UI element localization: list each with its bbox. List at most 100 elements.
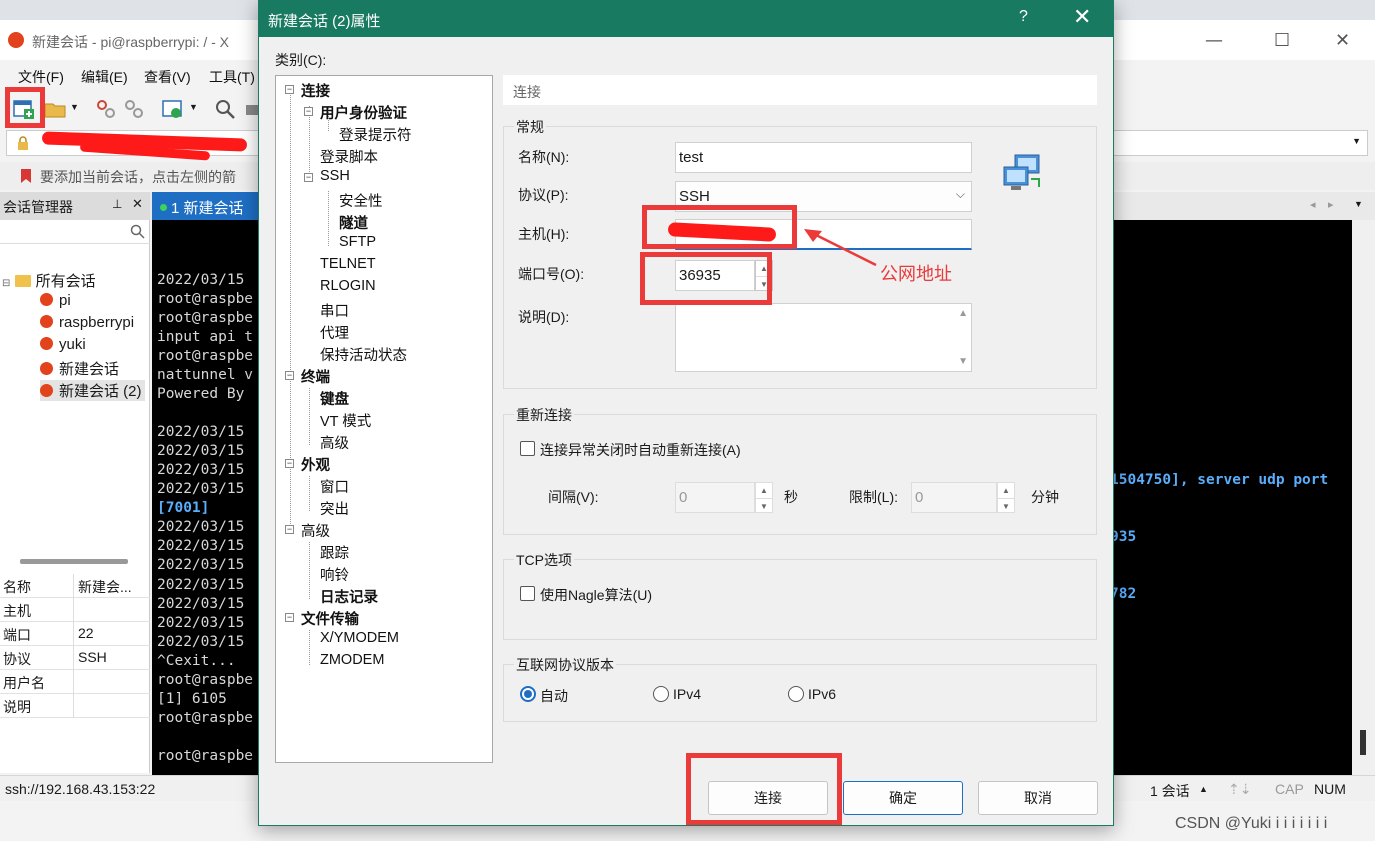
tree-session-pi[interactable]: pi bbox=[40, 292, 71, 309]
search-icon[interactable] bbox=[214, 98, 236, 120]
menu-tools[interactable]: 工具(T) bbox=[209, 67, 255, 87]
disconnect-icon[interactable] bbox=[95, 98, 117, 120]
tree-item-appearance[interactable]: 外观 bbox=[301, 454, 330, 475]
ok-button[interactable]: 确定 bbox=[843, 781, 963, 815]
highlight-box-connect bbox=[686, 753, 842, 825]
open-folder-icon[interactable] bbox=[44, 98, 66, 120]
port-label: 端口号(O): bbox=[518, 266, 585, 282]
reconnect-icon[interactable] bbox=[123, 98, 145, 120]
tcp-title: TCP选项 bbox=[514, 550, 574, 570]
pin-icon[interactable]: ⊥ bbox=[112, 197, 122, 211]
session-search[interactable] bbox=[0, 220, 150, 244]
tree-session-raspberrypi[interactable]: raspberrypi bbox=[40, 314, 134, 331]
collapse-icon[interactable]: − bbox=[285, 613, 294, 622]
minimize-icon[interactable]: — bbox=[1205, 30, 1223, 51]
interval-label: 间隔(V): bbox=[548, 489, 599, 505]
folder-icon bbox=[14, 275, 31, 287]
tree-item-window[interactable]: 窗口 bbox=[320, 476, 349, 497]
cancel-button[interactable]: 取消 bbox=[978, 781, 1098, 815]
menu-view[interactable]: 查看(V) bbox=[144, 67, 191, 87]
reconnect-group: 重新连接 连接异常关闭时自动重新连接(A) 间隔(V): 0 ▲ ▼ 秒 限制(L… bbox=[503, 405, 1097, 535]
annotation-public-address: 公网地址 bbox=[880, 264, 952, 284]
collapse-icon[interactable]: − bbox=[285, 85, 294, 94]
collapse-icon[interactable]: − bbox=[304, 107, 313, 116]
collapse-icon[interactable]: − bbox=[304, 173, 313, 182]
tab-list-icon[interactable]: ▼ bbox=[1354, 199, 1363, 209]
collapse-icon[interactable]: − bbox=[285, 459, 294, 468]
description-field[interactable]: ▲ ▼ bbox=[675, 303, 972, 372]
tree-item-ssh[interactable]: SSH bbox=[320, 168, 350, 184]
tree-item-login-script[interactable]: 登录脚本 bbox=[320, 146, 378, 167]
terminal-line: root@raspbe bbox=[157, 310, 254, 327]
tree-item-telnet[interactable]: TELNET bbox=[320, 256, 376, 272]
tab-session-1[interactable]: 1 新建会话 bbox=[152, 192, 262, 220]
tree-session-yuki[interactable]: yuki bbox=[40, 336, 86, 353]
chevron-down-icon: ⌵ bbox=[955, 187, 965, 201]
dropdown-arrow-icon[interactable]: ▼ bbox=[70, 102, 79, 112]
scrollbar-thumb[interactable] bbox=[1360, 730, 1366, 755]
tree-item-trace[interactable]: 跟踪 bbox=[320, 542, 349, 563]
limit-field[interactable]: 0 bbox=[911, 482, 997, 513]
tree-item-advanced[interactable]: 高级 bbox=[301, 520, 330, 541]
dropdown-arrow-icon[interactable]: ▼ bbox=[189, 102, 198, 112]
tree-item-zmodem[interactable]: ZMODEM bbox=[320, 652, 384, 668]
session-icon bbox=[40, 384, 53, 397]
radio-ipv4[interactable] bbox=[653, 686, 669, 702]
name-field[interactable]: test bbox=[675, 142, 972, 173]
tree-item-terminal[interactable]: 终端 bbox=[301, 366, 330, 387]
interval-field[interactable]: 0 bbox=[675, 482, 755, 513]
radio-auto-label: 自动 bbox=[540, 688, 568, 704]
tab-scroll-right-icon[interactable]: ▸ bbox=[1328, 198, 1334, 211]
description-label: 说明(D): bbox=[518, 309, 570, 325]
radio-auto[interactable] bbox=[520, 686, 536, 702]
tab-scroll-left-icon[interactable]: ◂ bbox=[1310, 198, 1316, 211]
tree-item-keyboard[interactable]: 键盘 bbox=[320, 388, 349, 409]
menu-file[interactable]: 文件(F) bbox=[18, 67, 64, 87]
tree-item-terminal-advanced[interactable]: 高级 bbox=[320, 432, 349, 453]
up-arrow-icon[interactable]: ▲ bbox=[1199, 784, 1208, 794]
close-icon[interactable]: ✕ bbox=[1073, 5, 1091, 30]
limit-stepper[interactable]: ▲ ▼ bbox=[997, 482, 1015, 513]
tree-item-sftp[interactable]: SFTP bbox=[339, 234, 376, 250]
tree-item-login-prompt[interactable]: 登录提示符 bbox=[339, 124, 412, 145]
tree-item-xymodem[interactable]: X/YMODEM bbox=[320, 630, 399, 646]
tree-session-new[interactable]: 新建会话 bbox=[40, 358, 119, 379]
scroll-down-icon[interactable]: ▼ bbox=[958, 356, 968, 367]
tree-item-tunnel[interactable]: 隧道 bbox=[339, 212, 368, 233]
menu-edit[interactable]: 编辑(E) bbox=[81, 67, 128, 87]
tree-item-user-auth[interactable]: 用户身份验证 bbox=[320, 102, 407, 123]
collapse-icon[interactable]: ⊟ bbox=[2, 278, 10, 289]
host-label: 主机(H): bbox=[518, 226, 570, 242]
help-icon[interactable]: ? bbox=[1019, 8, 1028, 26]
close-icon[interactable]: ✕ bbox=[1335, 30, 1350, 51]
tree-item-keepalive[interactable]: 保持活动状态 bbox=[320, 344, 407, 365]
table-row: 端口 22 bbox=[0, 622, 150, 646]
tree-item-security[interactable]: 安全性 bbox=[339, 190, 383, 211]
tree-item-serial[interactable]: 串口 bbox=[320, 300, 349, 321]
nav-arrows-icon: ⇡⇣ bbox=[1228, 781, 1252, 797]
interval-stepper[interactable]: ▲ ▼ bbox=[755, 482, 773, 513]
collapse-icon[interactable]: − bbox=[285, 371, 294, 380]
tree-item-connection[interactable]: 连接 bbox=[301, 80, 330, 101]
chevron-down-icon[interactable]: ▼ bbox=[1352, 136, 1361, 146]
tree-item-logging[interactable]: 日志记录 bbox=[320, 586, 378, 607]
panel-splitter[interactable] bbox=[20, 559, 128, 564]
search-icon[interactable] bbox=[130, 224, 145, 239]
tree-item-vt-mode[interactable]: VT 模式 bbox=[320, 410, 371, 431]
auto-reconnect-checkbox[interactable] bbox=[520, 441, 535, 456]
maximize-icon[interactable]: ☐ bbox=[1274, 30, 1290, 51]
tree-root-all-sessions[interactable]: ⊟ 所有会话 bbox=[2, 270, 96, 291]
tree-item-highlight[interactable]: 突出 bbox=[320, 498, 349, 519]
session-settings-icon[interactable] bbox=[162, 98, 184, 120]
tree-item-file-transfer[interactable]: 文件传输 bbox=[301, 608, 359, 629]
nagle-checkbox[interactable] bbox=[520, 586, 535, 601]
terminal-scrollbar[interactable] bbox=[1352, 220, 1375, 775]
scroll-up-icon[interactable]: ▲ bbox=[958, 308, 968, 319]
close-icon[interactable]: ✕ bbox=[132, 196, 143, 212]
radio-ipv6[interactable] bbox=[788, 686, 804, 702]
tree-item-rlogin[interactable]: RLOGIN bbox=[320, 278, 376, 294]
collapse-icon[interactable]: − bbox=[285, 525, 294, 534]
tree-session-new-2[interactable]: 新建会话 (2) bbox=[40, 380, 145, 401]
tree-item-bell[interactable]: 响铃 bbox=[320, 564, 349, 585]
tree-item-proxy[interactable]: 代理 bbox=[320, 322, 349, 343]
